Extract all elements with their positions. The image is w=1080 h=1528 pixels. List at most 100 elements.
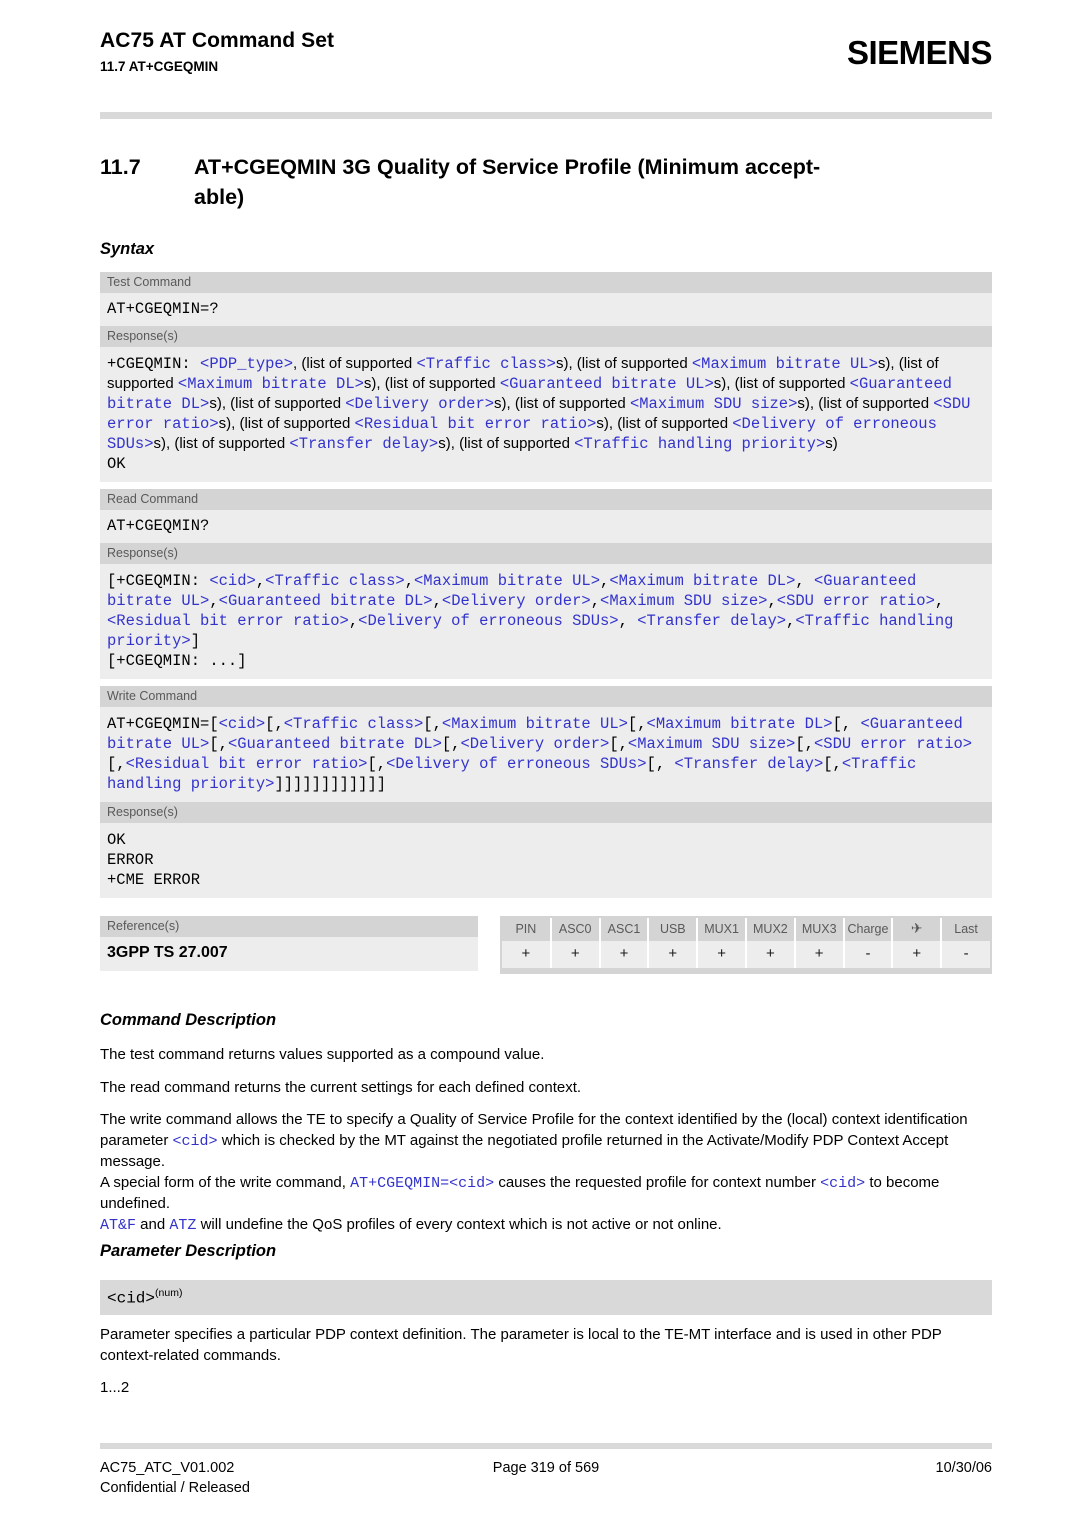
parameter-token: <Traffic class>	[416, 355, 556, 373]
availability-column-pin: PIN	[502, 918, 552, 941]
test-command-response-ok: OK	[107, 455, 126, 473]
parameter-token: <Transfer delay>	[637, 612, 787, 630]
text-token: ,	[209, 592, 219, 610]
read-command-syntax: AT+CGEQMIN?	[107, 517, 210, 535]
availability-header-row: PIN ASC0 ASC1 USB MUX1 MUX2 MUX3 Charge ✈ Last	[502, 918, 990, 941]
text-token: s), (list of supported	[209, 395, 346, 412]
availability-table: PIN ASC0 ASC1 USB MUX1 MUX2 MUX3 Charge ✈ Last + +…	[500, 916, 992, 974]
parameter-token: <Residual bit error ratio>	[354, 415, 597, 433]
parameter-token: <Maximum bitrate UL>	[414, 572, 601, 590]
reference-row: Reference(s) 3GPP TS 27.007 PIN ASC0 ASC1 U…	[100, 916, 992, 978]
availability-value-last: -	[941, 941, 990, 968]
availability-value-mux3: +	[794, 941, 845, 968]
siemens-logo: SIEMENS	[846, 34, 993, 71]
text-token: [+CGEQMIN:	[107, 572, 210, 590]
test-command-value: AT+CGEQMIN=?	[100, 293, 992, 326]
text-token: ,	[404, 572, 414, 590]
page-header: AC75 AT Command Set 11.7 AT+CGEQMIN SIEM…	[100, 28, 993, 100]
parameter-token: <cid>	[218, 715, 266, 733]
cmd-desc-p1: The test command returns values supporte…	[100, 1046, 545, 1063]
text-token: s), (list of supported	[153, 435, 290, 452]
parameter-token: <Maximum bitrate UL>	[441, 715, 628, 733]
parameter-token: <Residual bit error ratio>	[125, 755, 368, 773]
test-response-tokens: <PDP_type>, (list of supported <Traffic …	[107, 355, 970, 453]
parameter-name: <cid>	[107, 1289, 156, 1308]
availability-column-charge: Charge	[843, 918, 894, 941]
text-token: [,	[423, 715, 442, 733]
footer-divider	[100, 1443, 992, 1449]
write-response-0: OK	[107, 831, 126, 849]
read-command-label: Read Command	[100, 489, 992, 510]
read-command-value: AT+CGEQMIN?	[100, 510, 992, 543]
write-response-2: +CME ERROR	[107, 871, 201, 889]
parameter-token: <Residual bit error ratio>	[107, 612, 349, 630]
text-token: ]	[190, 632, 201, 650]
test-command-response-body: +CGEQMIN: <PDP_type>, (list of supported…	[107, 354, 985, 454]
write-command-responses-label: Response(s)	[100, 802, 992, 823]
parameter-token: <Delivery of erroneous SDUs>	[358, 612, 619, 630]
text-token: [,	[823, 755, 842, 773]
availability-value-usb: +	[648, 941, 699, 968]
text-token: ,	[432, 592, 442, 610]
text-token: ,	[590, 592, 601, 610]
text-token: , (list of supported	[293, 355, 417, 372]
test-command-responses: +CGEQMIN: <PDP_type>, (list of supported…	[100, 347, 992, 482]
text-token: and	[136, 1215, 170, 1233]
text-token: s), (list of supported	[713, 375, 850, 392]
text-token: ,	[786, 612, 796, 630]
availability-column-usb: USB	[648, 918, 699, 941]
syntax-section: Test Command AT+CGEQMIN=? Response(s) +C…	[100, 272, 992, 905]
text-token: s)	[825, 435, 838, 452]
write-response-1: ERROR	[107, 851, 154, 869]
document-page: AC75 AT Command Set 11.7 AT+CGEQMIN SIEM…	[0, 0, 1080, 1528]
text-token: s), (list of supported	[438, 435, 575, 452]
parameter-token: AT+CGEQMIN=	[350, 1174, 450, 1192]
parameter-token: <Maximum bitrate DL>	[609, 572, 796, 590]
write-command-block: Write Command AT+CGEQMIN=[<cid>[,<Traffi…	[100, 686, 992, 898]
text-token: [,	[627, 715, 647, 733]
text-token: [,	[441, 735, 461, 753]
availability-value-airplane: +	[892, 941, 943, 968]
section-title-line1: AT+CGEQMIN 3G Quality of Service Profile…	[194, 155, 821, 179]
parameter-token: <Guaranteed bitrate UL>	[499, 375, 714, 393]
text-token: s), (list of supported	[218, 415, 355, 432]
read-response-line2: [+CGEQMIN: ...]	[107, 652, 247, 670]
text-token: [,	[832, 715, 861, 733]
param-desc-text: Parameter specifies a particular PDP con…	[100, 1326, 942, 1364]
parameter-token: <Traffic class>	[283, 715, 424, 733]
footer-classification: Confidential / Released	[100, 1480, 250, 1496]
cmd-desc-p2: The read command returns the current set…	[100, 1078, 582, 1096]
cmd-desc-p4: A special form of the write command, AT+…	[100, 1173, 992, 1215]
text-token: will undefine the QoS profiles of every …	[196, 1215, 722, 1233]
parameter-token: <cid>	[449, 1174, 495, 1192]
parameter-token: <SDU error ratio>	[776, 592, 935, 610]
read-command-block: Read Command AT+CGEQMIN? Response(s) [+C…	[100, 489, 992, 679]
write-command-value: AT+CGEQMIN=[<cid>[,<Traffic class>[,<Max…	[100, 707, 992, 802]
section-number: 11.7	[100, 155, 141, 179]
test-command-syntax: AT+CGEQMIN=?	[107, 300, 219, 318]
text-token: [,	[646, 755, 675, 773]
write-command-tokens: AT+CGEQMIN=[<cid>[,<Traffic class>[,<Max…	[107, 714, 985, 794]
availability-value-charge: -	[843, 941, 894, 968]
availability-value-mux1: +	[697, 941, 747, 968]
availability-value-pin: +	[502, 941, 552, 968]
reference-block: Reference(s) 3GPP TS 27.007	[100, 916, 478, 971]
cmd-desc-p5: AT&F and ATZ will undefine the QoS profi…	[100, 1215, 992, 1237]
text-token: [,	[795, 735, 814, 753]
test-response-prefix: +CGEQMIN:	[107, 355, 201, 373]
parameter-token: <Maximum SDU size>	[627, 735, 796, 753]
write-command-label: Write Command	[100, 686, 992, 707]
parameter-token: <Maximum bitrate DL>	[646, 715, 833, 733]
test-command-label: Test Command	[100, 272, 992, 293]
test-command-responses-label: Response(s)	[100, 326, 992, 347]
header-divider	[100, 112, 992, 119]
text-token: ,	[795, 572, 814, 590]
text-token: [,	[209, 735, 228, 753]
text-token: ]]]]]]]]]]]]	[274, 775, 387, 793]
write-command-responses: OK ERROR +CME ERROR	[100, 823, 992, 898]
parameter-token: <Delivery order>	[441, 592, 591, 610]
parameter-token: ATZ	[169, 1216, 197, 1234]
subheading-syntax: Syntax	[100, 240, 155, 258]
availability-column-mux3: MUX3	[794, 918, 845, 941]
availability-column-last: Last	[941, 918, 990, 941]
